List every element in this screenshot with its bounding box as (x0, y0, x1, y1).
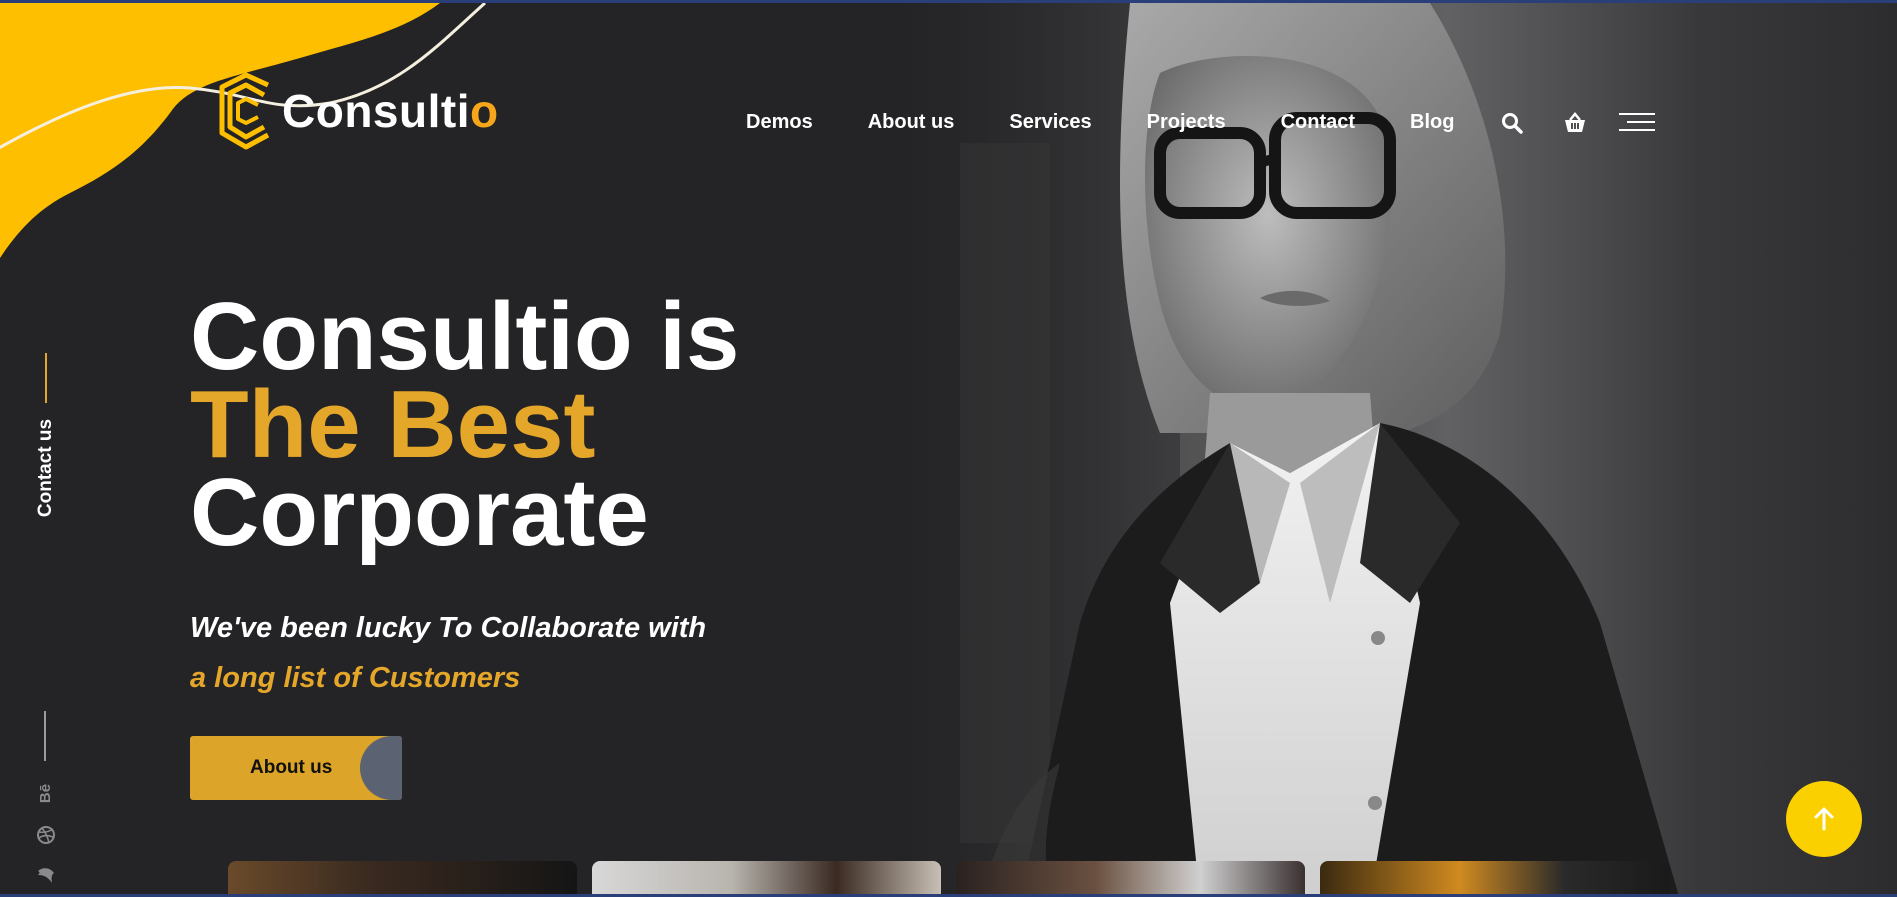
hero-title-line-2: The Best (190, 371, 596, 478)
hero-portrait-image (960, 3, 1679, 894)
nav-item-about-us[interactable]: About us (868, 111, 955, 134)
rail-divider-accent (45, 353, 47, 403)
about-us-button[interactable]: About us (190, 736, 402, 800)
nav-item-projects[interactable]: Projects (1147, 111, 1226, 134)
contact-us-link[interactable]: Contact us (35, 419, 57, 517)
cart-icon[interactable] (1563, 111, 1587, 135)
brand-name-main: Consulti (282, 85, 470, 137)
behance-icon[interactable]: Bē (36, 783, 56, 803)
project-card[interactable] (1320, 861, 1669, 894)
nav-item-contact[interactable]: Contact (1281, 111, 1355, 134)
social-bird-icon[interactable] (36, 865, 56, 885)
hamburger-menu-icon[interactable] (1617, 111, 1657, 133)
scroll-to-top-button[interactable] (1786, 781, 1862, 857)
button-decoration (360, 736, 402, 800)
project-card[interactable] (592, 861, 941, 894)
hero-title: Consultio is The Best Corporate (190, 283, 740, 566)
behance-icon-text: Bē (37, 783, 55, 803)
nav-item-demos[interactable]: Demos (746, 111, 813, 134)
project-card[interactable] (956, 861, 1305, 894)
brand-name: Consultio (282, 84, 499, 138)
rail-divider (44, 711, 46, 761)
about-us-button-label: About us (250, 757, 333, 778)
page: Consultio Demos About us Services Projec… (0, 0, 1897, 897)
hero-title-line-1: Consultio is (190, 283, 740, 390)
dribbble-icon[interactable] (36, 825, 56, 845)
nav-item-services[interactable]: Services (1009, 111, 1091, 134)
hero-subtitle-line-1: We've been lucky To Collaborate with (190, 612, 707, 644)
hero-title-line-3: Corporate (190, 459, 649, 566)
arrow-up-icon (1814, 807, 1834, 831)
brand-name-accent: o (469, 85, 499, 137)
project-cards-row (228, 861, 1669, 894)
search-icon[interactable] (1500, 111, 1524, 135)
nav-item-blog[interactable]: Blog (1410, 111, 1454, 134)
logo-mark-icon (219, 72, 270, 150)
project-card[interactable] (228, 861, 577, 894)
brand-logo[interactable]: Consultio (214, 71, 499, 151)
main-navigation: Demos About us Services Projects Contact… (746, 111, 1509, 134)
hero-subtitle: We've been lucky To Collaborate with a l… (190, 603, 706, 703)
hero-subtitle-line-2: a long list of Customers (190, 662, 521, 694)
